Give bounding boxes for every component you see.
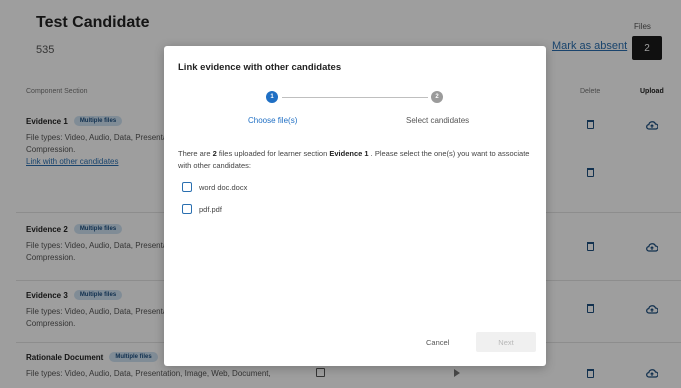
step-2-label: Select candidates — [406, 116, 470, 125]
next-button[interactable]: Next — [476, 332, 536, 352]
file-option-row[interactable]: word doc.docx — [182, 182, 247, 192]
file-name: word doc.docx — [199, 182, 248, 192]
modal-instructions: There are 2 files uploaded for learner s… — [178, 148, 534, 172]
step-1-indicator: 1 — [266, 91, 278, 103]
step-1-label: Choose file(s) — [248, 116, 298, 125]
modal-title: Link evidence with other candidates — [178, 62, 342, 73]
file-checkbox[interactable] — [182, 182, 192, 192]
link-evidence-modal: Link evidence with other candidates 1 2 … — [164, 46, 546, 366]
info-section-name: Evidence 1 — [329, 149, 369, 158]
stepper-connector — [282, 97, 428, 98]
step-2-indicator: 2 — [431, 91, 443, 103]
cancel-button[interactable]: Cancel — [426, 338, 449, 347]
file-checkbox[interactable] — [182, 204, 192, 214]
info-prefix: There are — [178, 149, 213, 158]
info-middle: files uploaded for learner section — [216, 149, 330, 158]
file-name: pdf.pdf — [199, 204, 222, 214]
file-option-row[interactable]: pdf.pdf — [182, 204, 222, 214]
